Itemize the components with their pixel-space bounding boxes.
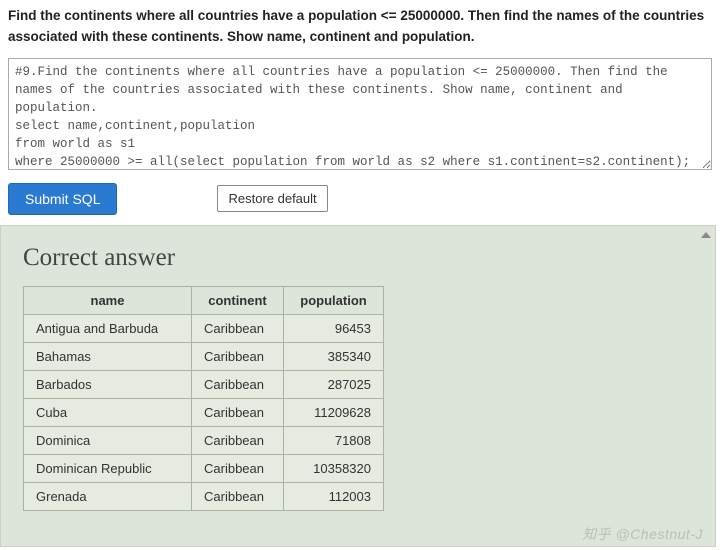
col-header-name: name	[24, 286, 192, 314]
cell-name: Cuba	[24, 398, 192, 426]
cell-name: Antigua and Barbuda	[24, 314, 192, 342]
cell-population: 112003	[284, 482, 384, 510]
cell-name: Grenada	[24, 482, 192, 510]
cell-continent: Caribbean	[192, 482, 284, 510]
cell-continent: Caribbean	[192, 398, 284, 426]
button-row: Submit SQL Restore default	[8, 183, 712, 215]
cell-continent: Caribbean	[192, 314, 284, 342]
table-row: BarbadosCaribbean287025	[24, 370, 384, 398]
table-row: CubaCaribbean11209628	[24, 398, 384, 426]
sql-input[interactable]	[8, 58, 712, 170]
cell-population: 287025	[284, 370, 384, 398]
table-row: BahamasCaribbean385340	[24, 342, 384, 370]
table-row: Dominican RepublicCaribbean10358320	[24, 454, 384, 482]
result-title: Correct answer	[23, 244, 693, 272]
table-row: DominicaCaribbean71808	[24, 426, 384, 454]
cell-population: 10358320	[284, 454, 384, 482]
result-panel: Correct answer name continent population…	[0, 225, 716, 547]
question-prompt: Find the continents where all countries …	[8, 6, 712, 48]
scroll-up-icon[interactable]	[701, 232, 711, 238]
col-header-continent: continent	[192, 286, 284, 314]
cell-population: 71808	[284, 426, 384, 454]
cell-continent: Caribbean	[192, 370, 284, 398]
cell-continent: Caribbean	[192, 342, 284, 370]
submit-sql-button[interactable]: Submit SQL	[8, 183, 117, 215]
table-row: GrenadaCaribbean112003	[24, 482, 384, 510]
cell-name: Dominica	[24, 426, 192, 454]
cell-continent: Caribbean	[192, 426, 284, 454]
col-header-population: population	[284, 286, 384, 314]
cell-population: 11209628	[284, 398, 384, 426]
cell-continent: Caribbean	[192, 454, 284, 482]
table-row: Antigua and BarbudaCaribbean96453	[24, 314, 384, 342]
table-header-row: name continent population	[24, 286, 384, 314]
cell-name: Bahamas	[24, 342, 192, 370]
restore-default-button[interactable]: Restore default	[217, 185, 327, 212]
cell-name: Dominican Republic	[24, 454, 192, 482]
cell-population: 385340	[284, 342, 384, 370]
cell-name: Barbados	[24, 370, 192, 398]
cell-population: 96453	[284, 314, 384, 342]
result-table: name continent population Antigua and Ba…	[23, 286, 384, 511]
watermark: 知乎 @Chestnut-J	[582, 524, 703, 544]
